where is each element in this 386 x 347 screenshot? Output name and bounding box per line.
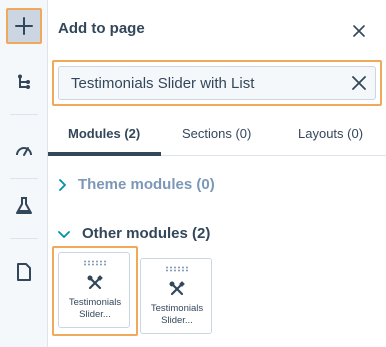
chevron-right-icon (59, 178, 66, 191)
module-card[interactable]: Testimonials Slider... (58, 252, 130, 328)
tab-layouts[interactable]: Layouts (0) (298, 126, 363, 141)
module-label-line2: Slider... (161, 315, 193, 326)
add-to-page-panel: Add to page Testimonials Slider with Lis… (48, 0, 386, 347)
page-settings-button[interactable] (6, 254, 42, 290)
panel-title: Add to page (58, 20, 145, 37)
search-value: Testimonials Slider with List (71, 74, 255, 92)
flask-icon (16, 197, 32, 214)
tools-icon (169, 281, 185, 296)
gauge-icon (16, 147, 32, 156)
left-rail (0, 0, 48, 347)
module-card-label: Testimonials Slider... (141, 303, 213, 327)
close-button[interactable] (348, 20, 370, 42)
theme-modules-toggle[interactable]: Theme modules (0) (58, 176, 215, 193)
add-button[interactable] (6, 8, 42, 44)
search-highlight: Testimonials Slider with List (52, 60, 382, 106)
module-card-label: Testimonials Slider... (59, 297, 131, 321)
optimize-button[interactable] (6, 132, 42, 168)
tab-modules[interactable]: Modules (2) (68, 126, 140, 141)
module-card[interactable]: Testimonials Slider... (140, 258, 212, 334)
structure-button[interactable] (6, 64, 42, 100)
active-tab-indicator (48, 152, 161, 156)
other-modules-toggle[interactable]: Other modules (2) (58, 225, 210, 242)
rail-divider (10, 178, 38, 179)
drag-handle-icon (166, 266, 188, 272)
other-modules-label: Other modules (2) (82, 225, 211, 242)
module-label-line1: Testimonials (68, 297, 122, 308)
rail-divider (10, 238, 38, 239)
search-input[interactable]: Testimonials Slider with List (58, 66, 376, 100)
module-card-highlight: Testimonials Slider... (52, 246, 138, 336)
plus-icon (15, 17, 33, 35)
tab-sections[interactable]: Sections (0) (182, 126, 251, 141)
module-label-line1: Testimonials (150, 303, 204, 314)
document-icon (17, 263, 31, 281)
close-icon (352, 76, 366, 90)
rail-divider (10, 114, 38, 115)
test-button[interactable] (6, 188, 42, 224)
tab-bar: Modules (2) Sections (0) Layouts (0) (48, 118, 386, 156)
close-icon (353, 25, 365, 37)
tools-icon (87, 275, 103, 290)
clear-search-button[interactable] (343, 67, 375, 99)
module-label-line2: Slider... (79, 309, 111, 320)
tree-icon (18, 74, 30, 89)
chevron-down-icon (58, 230, 70, 238)
theme-modules-label: Theme modules (0) (78, 176, 215, 193)
drag-handle-icon (84, 260, 106, 266)
